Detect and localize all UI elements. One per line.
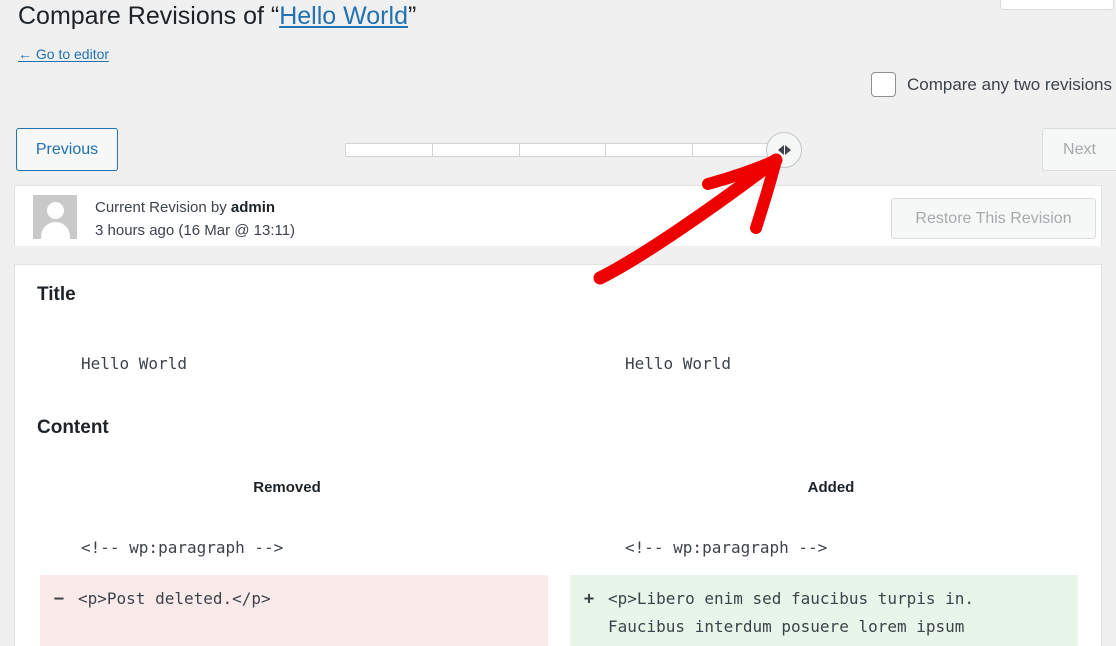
diff-context-left-col: <!-- wp:paragraph --> [15,533,559,563]
diff-added-text: <p>Libero enim sed faucibus turpis in. F… [608,589,975,636]
revision-nav-row: Previous Next [0,128,1116,172]
revision-author-name: admin [230,199,276,216]
diff-title-left-value: Hello World [81,354,187,373]
page-title-suffix: ” [407,2,417,30]
slider-segment[interactable] [345,143,432,157]
diff-context-row: <!-- wp:paragraph --> <!-- wp:paragraph … [15,533,1101,563]
avatar [33,195,77,239]
restore-this-revision-button[interactable]: Restore This Revision [891,198,1096,239]
avatar-head-icon [47,202,64,219]
diff-context-right-col: <!-- wp:paragraph --> [559,533,1101,563]
diff-context-left-text: <!-- wp:paragraph --> [81,538,284,557]
diff-added-cell: + <p>Libero enim sed faucibus turpis in.… [570,575,1078,646]
diff-removed-sign: − [53,589,65,609]
revision-meta: Current Revision by admin 3 hours ago (1… [95,196,295,242]
revision-timestamp: 3 hours ago (16 Mar @ 13:11) [95,222,296,239]
compare-any-two-revisions-toggle[interactable]: Compare any two revisions [870,72,1112,97]
diff-change-row: − <p>Post deleted.</p> + <p>Libero enim … [15,575,1101,646]
diff-heading-content: Content [37,417,109,438]
revision-info-bar: Current Revision by admin 3 hours ago (1… [14,185,1102,246]
compare-revisions-label: Compare any two revisions [906,74,1112,94]
slider-segment[interactable] [518,143,606,157]
revision-slider-handle[interactable] [766,132,802,168]
page-title-prefix: Compare Revisions of “ [18,2,280,30]
arrow-left-icon [777,145,784,155]
diff-added-sign: + [583,589,595,609]
diff-column-headers: Removed Added [15,479,1101,496]
revision-author-prefix: Current Revision by [95,199,231,216]
diff-context-right-text: <!-- wp:paragraph --> [625,538,828,557]
diff-column-header-added: Added [807,479,855,496]
arrow-right-icon [784,145,791,155]
diff-column-header-removed: Removed [253,479,321,496]
post-title-link[interactable]: Hello World [279,2,408,30]
top-partial-button[interactable] [1000,0,1114,10]
diff-removed-cell: − <p>Post deleted.</p> [40,575,548,646]
revision-diff-panel: Title Hello World Hello World Content Re… [14,264,1102,646]
revision-slider-track[interactable] [345,143,780,157]
go-to-editor-link[interactable]: ← Go to editor [18,46,109,62]
revision-author-line: Current Revision by admin [95,196,295,219]
diff-title-left-col: Hello World [15,349,559,379]
compare-revisions-checkbox[interactable] [870,72,896,97]
diff-heading-title: Title [37,284,76,305]
diff-removed-text: <p>Post deleted.</p> [78,589,271,608]
next-button[interactable]: Next [1042,128,1116,171]
slider-segment[interactable] [605,143,693,157]
slider-segment[interactable] [431,143,519,157]
previous-button[interactable]: Previous [16,128,118,171]
page-title: Compare Revisions of “Hello World” [18,0,416,34]
diff-title-right-value: Hello World [625,354,731,373]
diff-title-row: Hello World Hello World [15,349,1101,379]
diff-title-right-col: Hello World [559,349,1101,379]
revision-slider[interactable] [345,132,802,168]
